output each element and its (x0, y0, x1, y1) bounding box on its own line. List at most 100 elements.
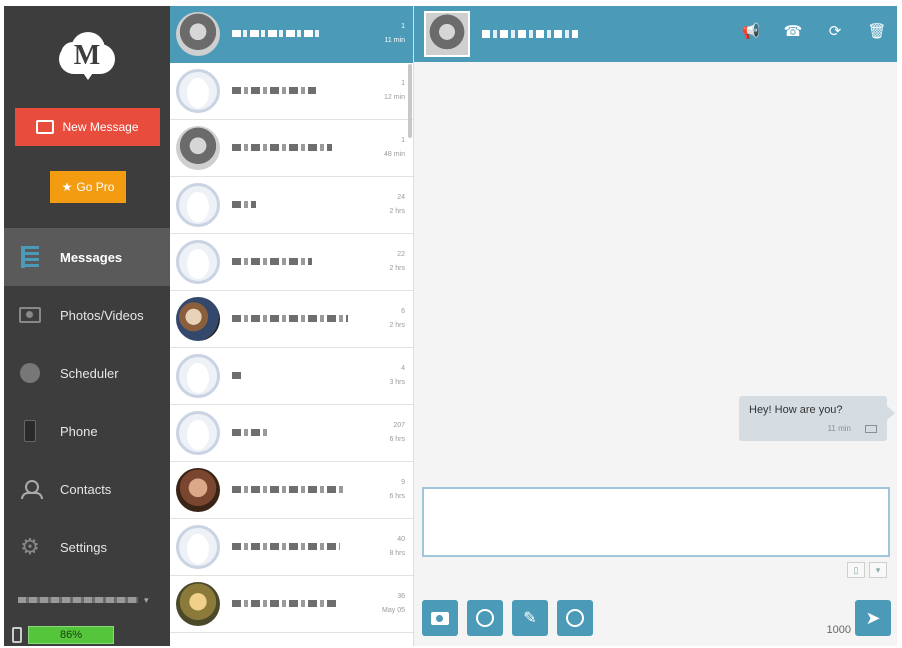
message-count: 6 (401, 308, 405, 315)
conversation-item[interactable]: 1 12 min (170, 63, 413, 120)
avatar (176, 297, 220, 341)
sidebar-item-messages[interactable]: Messages (4, 228, 170, 286)
compose-icon (36, 120, 55, 134)
go-pro-label: Go Pro (76, 180, 115, 194)
message-count: 1 (401, 80, 405, 87)
contact-name-redacted (232, 201, 361, 209)
conversation-time: 12 min (383, 94, 405, 101)
device-icon (865, 424, 877, 433)
message-time: 11 min (827, 424, 851, 433)
message-input[interactable] (422, 487, 890, 557)
contact-name-redacted (232, 87, 361, 95)
emoji-icon[interactable] (467, 600, 503, 636)
device-icon (12, 627, 22, 643)
star-icon: ★ (61, 180, 73, 194)
conversation-meta: 1 12 min (361, 77, 405, 105)
camera-icon[interactable] (422, 600, 458, 636)
message-count: 207 (393, 422, 405, 429)
phone-icon (18, 420, 42, 442)
message-text: Hey! How are you? (749, 404, 843, 416)
app-window: M New Message ★ Go Pro Messages Photos/V… (4, 6, 897, 646)
conversation-item[interactable]: 1 11 min (170, 6, 413, 63)
gear-icon: ⚙ (20, 534, 40, 559)
conversation-time: 2 hrs (389, 265, 405, 272)
conversation-item[interactable]: 9 6 hrs (170, 462, 413, 519)
new-message-label: New Message (62, 120, 139, 134)
refresh-icon[interactable]: ⟳ (825, 22, 845, 42)
wand-icon[interactable]: ✎ (512, 600, 548, 636)
go-pro-button[interactable]: ★ Go Pro (50, 171, 126, 203)
conversation-time: 2 hrs (389, 208, 405, 215)
sidebar-item-phone[interactable]: Phone (4, 402, 170, 460)
trash-icon[interactable]: 🗑 (867, 22, 887, 42)
phone-icon[interactable]: ☎ (783, 22, 803, 42)
conversation-time: 6 hrs (389, 493, 405, 500)
conversation-meta: 22 2 hrs (361, 248, 405, 276)
conversation-item[interactable]: 1 48 min (170, 120, 413, 177)
messages-icon (18, 246, 42, 268)
sidebar-item-label: Photos/Videos (60, 307, 144, 323)
sidebar-item-scheduler[interactable]: Scheduler (4, 344, 170, 402)
sidebar-item-label: Contacts (60, 481, 112, 497)
chevron-down-icon: ▾ (144, 594, 149, 605)
message-count: 22 (397, 251, 405, 258)
contact-name-redacted (232, 543, 361, 551)
megaphone-icon[interactable]: 📢 (741, 22, 761, 42)
contact-name-redacted (232, 372, 361, 380)
clock-icon[interactable] (557, 600, 593, 636)
conversation-meta: 1 48 min (361, 134, 405, 162)
conversation-item[interactable]: 4 3 hrs (170, 348, 413, 405)
new-message-button[interactable]: New Message (15, 108, 160, 146)
sidebar-item-contacts[interactable]: Contacts (4, 460, 170, 518)
attach-icon[interactable]: ▯ (847, 562, 865, 578)
conversation-time: 6 hrs (389, 436, 405, 443)
contact-name-redacted (232, 30, 361, 38)
account-selector[interactable]: ▾ (18, 592, 168, 608)
conversation-meta: 9 6 hrs (361, 476, 405, 504)
scheduler-icon (18, 362, 42, 384)
conversation-meta: 207 6 hrs (361, 419, 405, 447)
logo: M (4, 6, 170, 104)
contact-name-redacted (232, 600, 361, 608)
conversation-item[interactable]: 24 2 hrs (170, 177, 413, 234)
conversation-time: 48 min (383, 151, 405, 158)
template-icon[interactable]: ▾ (869, 562, 887, 578)
contact-name-redacted (232, 429, 361, 437)
avatar (176, 126, 220, 170)
conversation-time: 8 hrs (389, 550, 405, 557)
list-scrollbar[interactable] (408, 64, 412, 138)
conversation-item[interactable]: 22 2 hrs (170, 234, 413, 291)
conversation-meta: 40 8 hrs (361, 533, 405, 561)
conversation-list: 1 11 min 1 12 min 1 48 min 24 2 hrs 22 2… (170, 6, 414, 646)
sidebar: M New Message ★ Go Pro Messages Photos/V… (4, 6, 170, 646)
avatar (176, 12, 220, 56)
account-name-redacted (18, 597, 138, 603)
message-count: 9 (401, 479, 405, 486)
conversation-item[interactable]: 40 8 hrs (170, 519, 413, 576)
conversation-time: 11 min (384, 37, 406, 44)
sidebar-item-label: Scheduler (60, 365, 119, 381)
conversation-item[interactable]: 207 6 hrs (170, 405, 413, 462)
compose-mini-tools: ▯ ▾ (847, 562, 887, 578)
battery-level: 86% (28, 626, 114, 644)
logo-letter: M (73, 40, 101, 71)
conversation-item[interactable]: 6 2 hrs (170, 291, 413, 348)
avatar (176, 240, 220, 284)
conversation-time: 2 hrs (389, 322, 405, 329)
avatar (176, 183, 220, 227)
phone-battery: 86% (12, 626, 114, 644)
sidebar-item-label: Settings (60, 539, 107, 555)
message-count: 40 (397, 536, 405, 543)
avatar (176, 468, 220, 512)
send-button[interactable]: ➤ (855, 600, 891, 636)
conversation-item[interactable]: 36 May 05 (170, 576, 413, 633)
message-bubble: Hey! How are you? 11 min (739, 396, 895, 441)
sidebar-item-settings[interactable]: ⚙ Settings (4, 518, 170, 576)
sidebar-item-label: Messages (60, 249, 123, 265)
sidebar-item-photos-videos[interactable]: Photos/Videos (4, 286, 170, 344)
conversation-meta: 24 2 hrs (361, 191, 405, 219)
contacts-icon (18, 478, 43, 500)
conversation-meta: 6 2 hrs (361, 305, 405, 333)
conversation-time: May 05 (382, 607, 405, 614)
message-count: 1 (401, 23, 405, 30)
